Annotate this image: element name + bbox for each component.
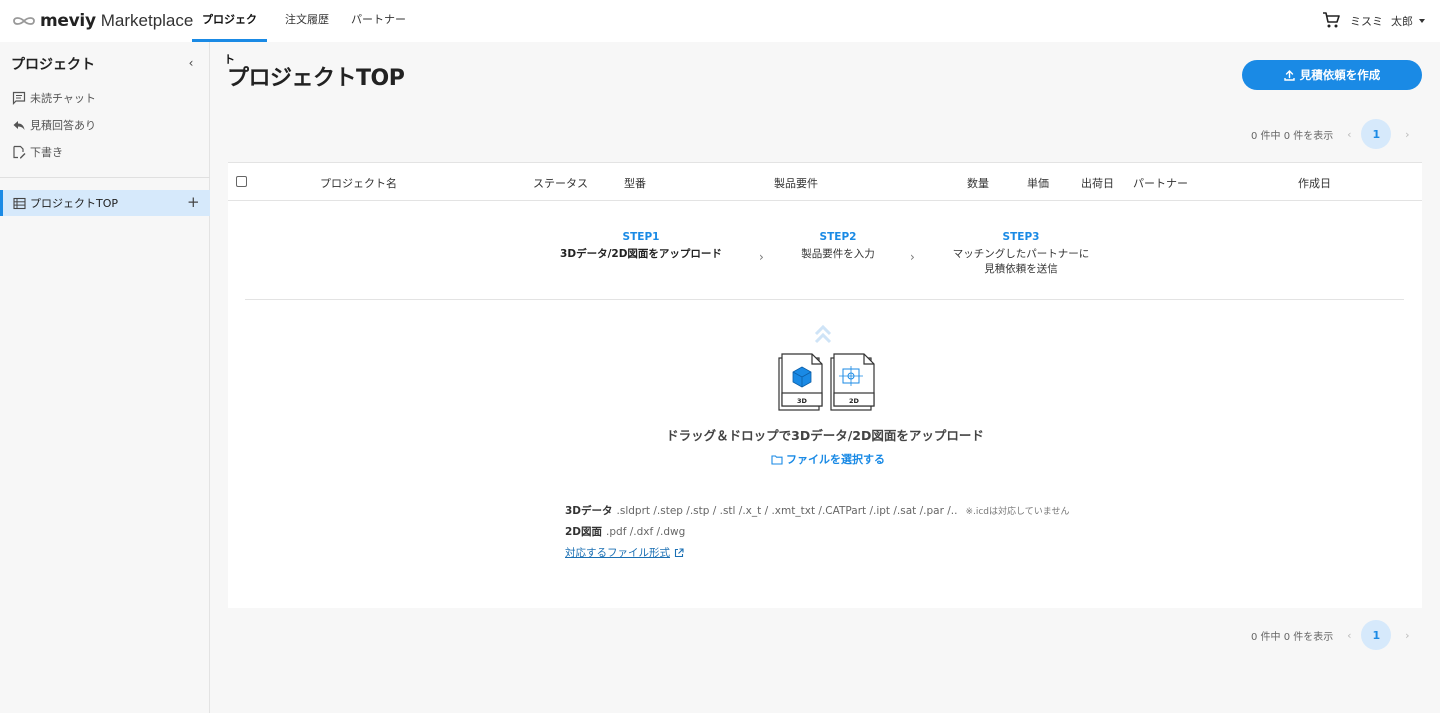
create-quote-request-label: 見積依頼を作成 <box>1299 68 1381 82</box>
chevron-down-icon[interactable] <box>1419 19 1425 23</box>
table-header: プロジェクト名 ステータス 型番 製品要件 数量 単価 出荷日 パートナー 作成… <box>228 162 1422 201</box>
supported-formats-link[interactable]: 対応するファイル形式 <box>565 545 684 560</box>
step-2: STEP2 製品要件を入力 <box>778 231 898 262</box>
select-file-label: ファイルを選択する <box>786 453 885 466</box>
column-header[interactable]: 型番 <box>624 175 646 191</box>
column-header[interactable]: ステータス <box>533 175 588 191</box>
reply-icon <box>13 121 25 130</box>
project-table-panel: プロジェクト名 ステータス 型番 製品要件 数量 単価 出荷日 パートナー 作成… <box>228 162 1422 608</box>
sidebar-item-quote-answered[interactable]: 見積回答あり <box>12 116 96 134</box>
tab-project[interactable]: プロジェクト <box>192 0 267 66</box>
step-description: 3Dデータ/2D図面をアップロード <box>560 248 722 260</box>
meviy-logo-icon <box>13 17 35 25</box>
tab-order-history[interactable]: 注文履歴 <box>280 0 334 42</box>
pager-next-button[interactable]: › <box>1401 629 1413 642</box>
sidebar-item-label: プロジェクトTOP <box>30 197 119 210</box>
pagination-bottom: 0 件中 0 件を表示 ‹ 1 › <box>1240 620 1430 650</box>
user-company: ミスミ <box>1350 15 1383 28</box>
pager-next-button[interactable]: › <box>1401 128 1413 141</box>
draft-icon <box>13 145 26 159</box>
brand-logo[interactable]: meviy Marketplace <box>12 9 193 33</box>
brand-suffix: Marketplace <box>100 11 194 30</box>
result-count: 0 件中 0 件を表示 <box>1251 631 1334 643</box>
sidebar-item-label: 見積回答あり <box>30 119 96 132</box>
format-note: ※.icdは対応していません <box>965 507 1070 517</box>
pager-prev-button[interactable]: ‹ <box>1343 629 1355 642</box>
select-file-button[interactable]: ファイルを選択する <box>771 451 885 467</box>
step-1: STEP1 3Dデータ/2D図面をアップロード <box>551 231 731 262</box>
sidebar: プロジェクト ‹ 未読チャット 見積回答あり 下書き プロジェクトTOP + <box>0 42 210 713</box>
user-menu[interactable]: 太郎 <box>1391 13 1413 29</box>
format-values: .pdf /.dxf /.dwg <box>606 526 686 538</box>
upload-files-illustration[interactable]: 3D 2D <box>776 324 876 414</box>
format-values: .sldprt /.step /.stp / .stl /.x_t / .xmt… <box>616 505 958 517</box>
pager-page-button[interactable]: 1 <box>1361 620 1392 650</box>
step-description: 製品要件を入力 <box>801 248 875 260</box>
upload-arrow-icon <box>814 324 832 344</box>
tab-partner[interactable]: パートナー <box>346 0 411 42</box>
sidebar-title: プロジェクト <box>11 57 95 73</box>
step-label: STEP1 <box>622 231 660 243</box>
cart-icon[interactable] <box>1322 11 1340 29</box>
pager-prev-button[interactable]: ‹ <box>1343 128 1355 141</box>
sidebar-item-unread-chat[interactable]: 未読チャット <box>12 89 96 107</box>
sidebar-item-draft[interactable]: 下書き <box>12 143 63 161</box>
select-all-checkbox[interactable] <box>236 176 247 187</box>
sidebar-item-label: 下書き <box>30 146 63 159</box>
3d-file-icon: 3D <box>778 353 823 411</box>
supported-formats-link-label: 対応するファイル形式 <box>565 547 670 559</box>
upload-icon <box>1284 69 1295 81</box>
chevron-right-icon: › <box>759 250 764 264</box>
column-header[interactable]: 作成日 <box>1298 175 1331 191</box>
column-header[interactable]: 製品要件 <box>774 175 818 191</box>
sidebar-collapse-button[interactable]: ‹ <box>185 56 197 70</box>
create-quote-request-button[interactable]: 見積依頼を作成 <box>1242 60 1422 90</box>
chevron-right-icon: › <box>910 250 915 264</box>
supported-3d-formats: 3Dデータ .sldprt /.step /.stp / .stl /.x_t /… <box>565 503 1069 518</box>
pager-page-button[interactable]: 1 <box>1361 119 1392 149</box>
page-title: プロジェクトTOP <box>227 66 405 91</box>
add-project-button[interactable]: + <box>187 193 200 211</box>
column-header[interactable]: パートナー <box>1133 175 1188 191</box>
supported-2d-formats: 2D図面 .pdf /.dxf /.dwg <box>565 524 685 539</box>
column-header[interactable]: 出荷日 <box>1081 175 1114 191</box>
2d-file-icon: 2D <box>830 353 875 411</box>
sidebar-item-project-top[interactable]: プロジェクトTOP + <box>0 190 210 216</box>
3d-file-badge: 3D <box>797 397 808 405</box>
divider <box>245 299 1404 300</box>
chat-icon <box>12 91 26 105</box>
top-navbar: meviy Marketplace プロジェクト 注文履歴 パートナー ミスミ … <box>0 0 1440 66</box>
format-key: 2D図面 <box>565 526 603 538</box>
step-description-line: 見積依頼を送信 <box>984 263 1058 275</box>
2d-file-badge: 2D <box>849 397 860 405</box>
column-header[interactable]: 数量 <box>967 175 989 191</box>
step-3: STEP3 マッチングしたパートナーに 見積依頼を送信 <box>941 231 1101 277</box>
list-icon <box>13 197 26 209</box>
sidebar-divider <box>0 177 210 178</box>
sidebar-item-label: 未読チャット <box>30 92 96 105</box>
folder-icon <box>771 454 783 465</box>
brand-name: meviy <box>40 11 96 31</box>
step-description: マッチングしたパートナーに 見積依頼を送信 <box>941 247 1101 277</box>
step-label: STEP3 <box>1002 231 1040 243</box>
external-link-icon <box>674 547 684 557</box>
pagination-top: 0 件中 0 件を表示 ‹ 1 › <box>1240 119 1430 149</box>
column-header[interactable]: プロジェクト名 <box>320 175 397 191</box>
column-header[interactable]: 単価 <box>1027 175 1049 191</box>
format-key: 3Dデータ <box>565 505 613 517</box>
dropzone-text: ドラッグ＆ドロップで3Dデータ/2D図面をアップロード <box>666 428 984 443</box>
step-description-line: マッチングしたパートナーに <box>952 248 1090 260</box>
step-label: STEP2 <box>819 231 857 243</box>
result-count: 0 件中 0 件を表示 <box>1251 130 1334 142</box>
